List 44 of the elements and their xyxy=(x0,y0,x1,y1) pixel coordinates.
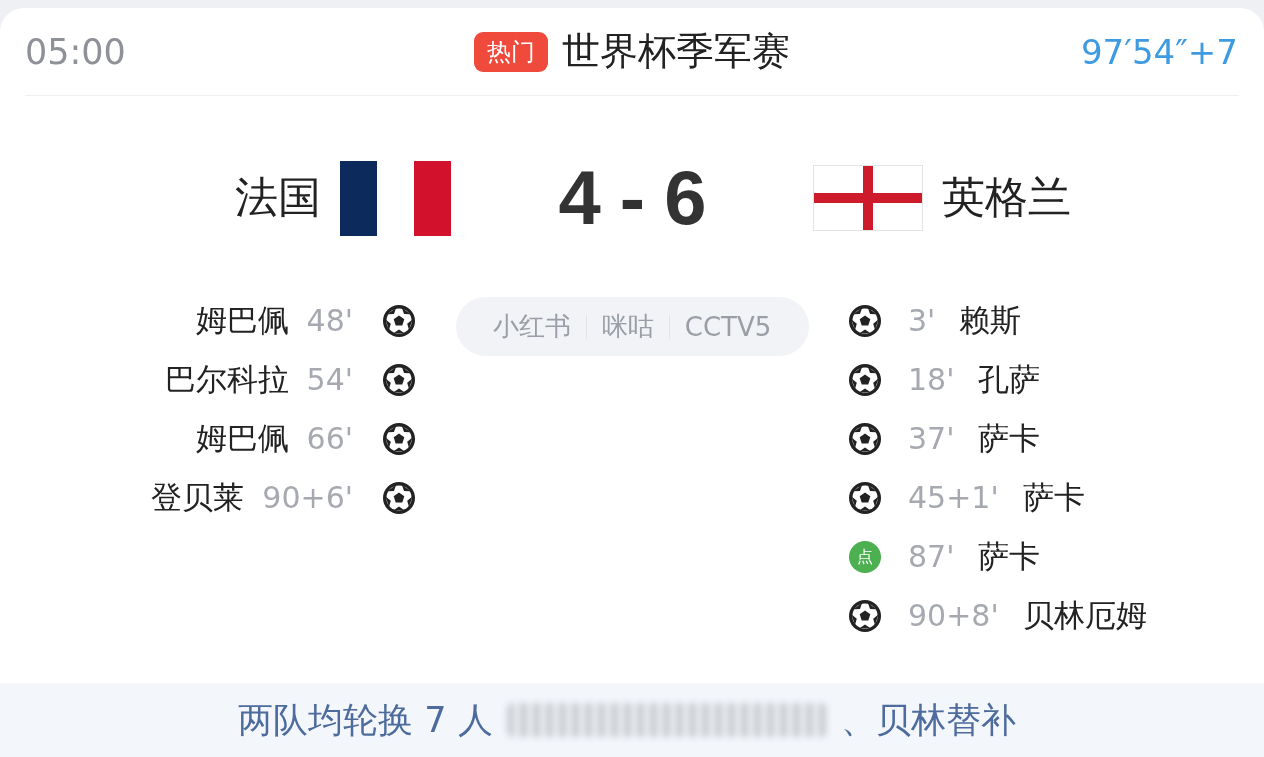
player-name: 萨卡 xyxy=(978,536,1041,576)
match-title: 世界杯季军赛 xyxy=(561,28,790,75)
player-name: 姆巴佩 xyxy=(195,300,289,340)
player-name: 姆巴佩 xyxy=(195,418,289,458)
goal-minute: 37' xyxy=(908,421,955,456)
player-name: 萨卡 xyxy=(1022,477,1085,517)
goal-minute: 3' xyxy=(908,303,936,338)
cross-flag-icon xyxy=(813,165,923,231)
kickoff-time: 05:00 xyxy=(25,31,126,72)
goal-minute: 90+6' xyxy=(262,480,353,515)
soccer-ball-icon xyxy=(383,422,415,455)
soccer-ball-icon xyxy=(383,304,415,337)
player-name: 萨卡 xyxy=(978,418,1041,458)
goal-minute: 66' xyxy=(306,421,353,456)
summary-text: 两队均轮换 7 人 xyxy=(238,698,493,742)
player-name: 巴尔科拉 xyxy=(164,359,289,399)
match-clock: 97′54″+7 xyxy=(1080,31,1238,72)
goal-minute: 90+8' xyxy=(908,598,999,633)
broadcaster-link[interactable]: CCTV5 xyxy=(684,311,772,342)
tricolor-flag-icon xyxy=(340,160,451,236)
soccer-ball-icon xyxy=(849,481,881,514)
team-name: 英格兰 xyxy=(942,171,1071,224)
soccer-ball-icon xyxy=(849,422,881,455)
hot-badge: 热门 xyxy=(473,31,548,72)
player-name: 贝林厄姆 xyxy=(1022,595,1147,635)
soccer-ball-icon xyxy=(383,363,415,396)
soccer-ball-icon xyxy=(849,599,881,632)
player-name: 登贝莱 xyxy=(151,477,245,517)
goal-minute: 45+1' xyxy=(908,480,999,515)
goal-minute: 48' xyxy=(306,303,353,338)
soccer-ball-icon xyxy=(383,481,415,514)
broadcaster-link[interactable]: 小红书 xyxy=(492,309,571,344)
broadcaster-link[interactable]: 咪咕 xyxy=(601,309,654,344)
team-name: 法国 xyxy=(235,171,321,224)
penalty-icon: 点 xyxy=(849,540,881,573)
soccer-ball-icon xyxy=(849,363,881,396)
player-name: 赖斯 xyxy=(959,300,1022,340)
soccer-ball-icon xyxy=(849,304,881,337)
player-name: 孔萨 xyxy=(978,359,1041,399)
goal-minute: 54' xyxy=(306,362,353,397)
summary-text: 、贝林替补 xyxy=(840,698,1016,742)
score: 4 - 6 xyxy=(558,158,706,238)
goal-minute: 18' xyxy=(908,362,955,397)
goal-minute: 87' xyxy=(908,539,955,574)
